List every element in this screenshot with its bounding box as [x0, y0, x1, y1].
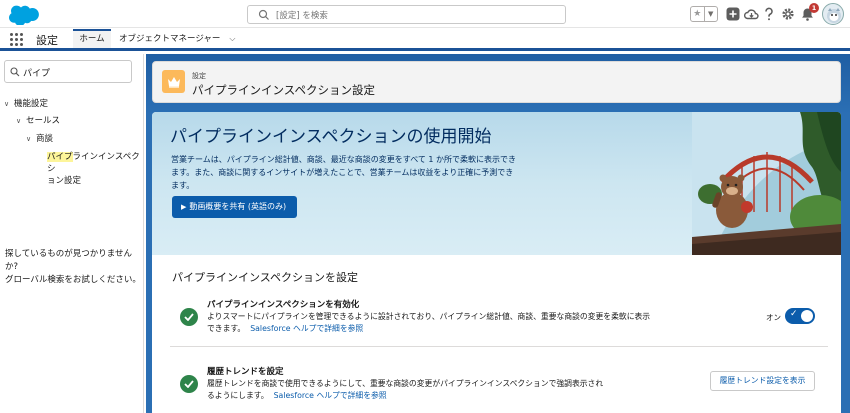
view-history-trend-settings-button[interactable]: 履歴トレンド設定を表示	[710, 371, 815, 391]
quick-find-value: パイプ	[23, 69, 51, 79]
enable-desc-line-1: よりスマートにパイプラインを管理できるように設計されており、パイプライン総計値、…	[207, 312, 651, 321]
settings-section-title: パイプラインインスペクションを設定	[172, 271, 359, 284]
hero-description: 営業チームは、パイプライン総計値、商談、最近な商談の変更をすべて 1 か所で柔軟…	[171, 153, 566, 192]
hero-banner: パイプラインインスペクションの使用開始 営業チームは、パイプライン総計値、商談、…	[152, 112, 841, 255]
search-icon	[258, 9, 269, 20]
hero-line-2: ます。また、商談に関するインサイトが増えたことで、営業チームは収益をより正確に予…	[171, 168, 514, 177]
setup-sidebar: パイプ ∨ 機能設定 ∨ セールス ∨ 商談 パイプラインインスペクシ ョン設定 探し…	[0, 54, 144, 413]
global-search-input[interactable]: [設定] を検索	[247, 5, 566, 24]
app-nav-bar: 設定 ホーム オブジェクトマネージャー ⌵	[0, 29, 850, 51]
avatar[interactable]	[822, 3, 844, 25]
enable-setting-title: パイプラインインスペクションを有効化	[207, 300, 360, 310]
notification-badge: 1	[809, 3, 819, 13]
star-icon[interactable]: ★	[691, 7, 704, 21]
toggle-state-label: オン	[766, 313, 781, 322]
trend-desc-line-1: 履歴トレンドを商談で使用できるようにして、重要な商談の変更がパイプラインインスペ…	[207, 379, 604, 388]
highlighted-match: パイプ	[47, 152, 73, 162]
tree-item-sales[interactable]: ∨ セールス	[16, 114, 60, 126]
trend-desc-line-2: るようにします。	[207, 391, 269, 400]
hero-line-3: ます。	[171, 181, 195, 190]
divider	[170, 346, 828, 347]
quick-find-input[interactable]: パイプ	[4, 60, 132, 83]
tree-item-pipeline-inspection-settings[interactable]: パイプラインインスペクシ ョン設定	[47, 151, 143, 187]
tab-home[interactable]: ホーム	[73, 29, 111, 48]
help-icon[interactable]	[760, 3, 778, 25]
trend-setting-description: 履歴トレンドを商談で使用できるようにして、重要な商談の変更がパイプラインインスペ…	[207, 378, 657, 402]
page-header: 設定 パイプラインインスペクション設定	[152, 61, 841, 103]
help-line-1: 探しているものが見つかりませんか?	[5, 249, 132, 272]
global-header: [設定] を検索 ★ ▼ 1	[0, 0, 850, 28]
check-circle-icon	[180, 375, 198, 393]
help-line-2: グローバル検索をお試しください。	[5, 275, 141, 285]
tree-item-label-line2: ョン設定	[47, 176, 82, 186]
add-icon[interactable]	[724, 3, 742, 25]
search-placeholder: [設定] を検索	[276, 11, 328, 21]
trend-setting-title: 履歴トレンドを設定	[207, 367, 284, 377]
salesforce-logo[interactable]	[8, 4, 40, 25]
hero-illustration	[692, 112, 841, 255]
enable-setting-description: よりスマートにパイプラインを管理できるように設計されており、パイプライン総計値、…	[207, 311, 657, 335]
chevron-down-icon[interactable]: ∨	[26, 135, 36, 143]
trailhead-icon[interactable]	[742, 3, 760, 25]
content-card: パイプラインインスペクションの使用開始 営業チームは、パイプライン総計値、商談、…	[152, 112, 841, 413]
enable-pipeline-inspection-toggle[interactable]: ✓	[785, 308, 815, 324]
tab-object-manager[interactable]: オブジェクトマネージャー ⌵	[113, 29, 242, 48]
tree-item-label: 商談	[36, 134, 54, 144]
sidebar-help-text: 探しているものが見つかりませんか? グローバル検索をお試しください。	[5, 248, 141, 287]
tree-item-label: 機能設定	[14, 99, 49, 109]
trend-help-link[interactable]: Salesforce ヘルプで詳細を参照	[274, 391, 387, 400]
page-eyebrow[interactable]: 設定	[192, 71, 206, 81]
page-title: パイプラインインスペクション設定	[192, 83, 375, 97]
chevron-down-icon[interactable]: ⌵	[229, 29, 235, 48]
chevron-down-icon[interactable]: ∨	[16, 117, 26, 125]
favorites-button[interactable]: ★ ▼	[690, 6, 718, 22]
share-video-label: 動画概要を共有 (英語のみ)	[189, 202, 287, 211]
toggle-knob	[801, 310, 813, 322]
enable-desc-line-2: できます。	[207, 324, 246, 333]
check-icon: ✓	[790, 309, 798, 319]
enable-setting-row: パイプラインインスペクションを有効化 よりスマートにパイプラインを管理できるよう…	[170, 298, 830, 342]
play-icon: ▶	[181, 203, 187, 211]
hero-line-1: 営業チームは、パイプライン総計値、商談、最近な商談の変更をすべて 1 か所で柔軟…	[171, 155, 517, 164]
hero-title: パイプラインインスペクションの使用開始	[170, 127, 492, 147]
gear-icon[interactable]	[779, 3, 797, 25]
check-circle-icon	[180, 308, 198, 326]
tree-item-feature-settings[interactable]: ∨ 機能設定	[4, 97, 48, 109]
tree-item-opportunities[interactable]: ∨ 商談	[26, 132, 53, 144]
notifications-bell-icon[interactable]: 1	[798, 3, 819, 25]
chevron-down-icon[interactable]: ∨	[4, 100, 14, 108]
enable-help-link[interactable]: Salesforce ヘルプで詳細を参照	[250, 324, 363, 333]
chevron-down-icon[interactable]: ▼	[703, 7, 718, 21]
tab-object-manager-label: オブジェクトマネージャー	[119, 34, 221, 44]
crown-icon	[162, 70, 185, 93]
tree-item-label: セールス	[26, 116, 61, 126]
app-launcher-icon[interactable]	[10, 33, 23, 46]
app-name: 設定	[36, 34, 58, 47]
share-video-button[interactable]: ▶ 動画概要を共有 (英語のみ)	[172, 196, 297, 218]
search-icon	[10, 67, 20, 77]
